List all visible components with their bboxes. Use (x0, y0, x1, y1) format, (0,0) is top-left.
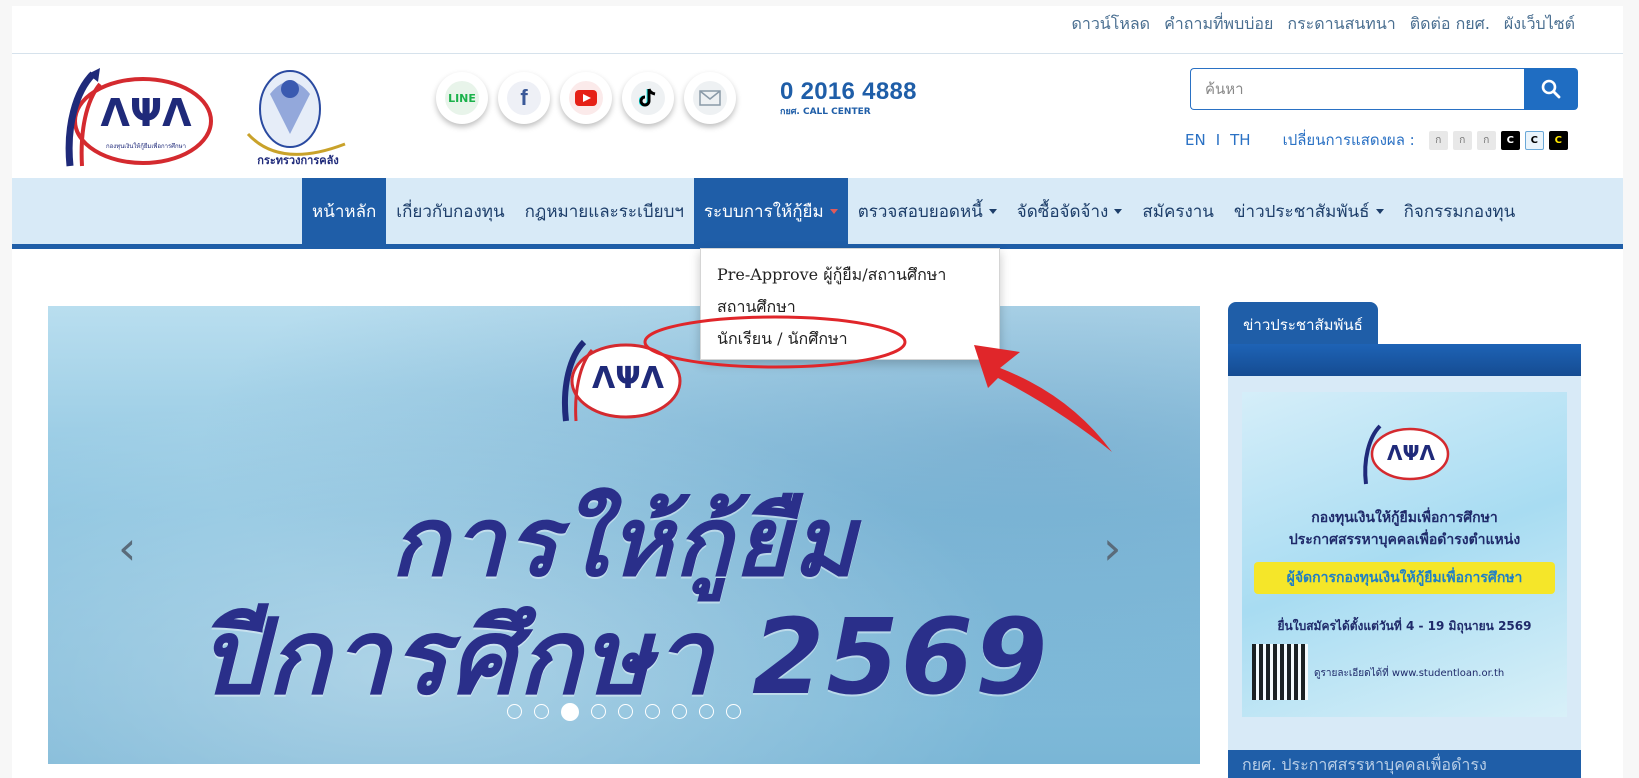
social-links: LINE f (436, 72, 736, 124)
chevron-down-icon (1375, 208, 1384, 214)
call-center[interactable]: 0 2016 4888 กยศ. CALL CENTER (780, 78, 917, 118)
nav-label: หน้าหลัก (312, 201, 377, 222)
svg-text:ΛΨΛ: ΛΨΛ (100, 91, 192, 135)
top-link-download[interactable]: ดาวน์โหลด (1071, 12, 1150, 37)
svg-text:ΛΨΛ: ΛΨΛ (592, 361, 665, 396)
nav-activities[interactable]: กิจกรรมกองทุน (1394, 178, 1526, 244)
nav-label: ระบบการให้กู้ยืม (703, 201, 824, 222)
nav-label: ตรวจสอบยอดหนี้ (857, 201, 983, 222)
mail-button[interactable] (684, 72, 736, 124)
carousel-prev-icon[interactable]: ‹ (118, 521, 136, 575)
svg-text:ΛΨΛ: ΛΨΛ (1387, 441, 1435, 465)
nav-label: ข่าวประชาสัมพันธ์ (1233, 201, 1370, 222)
top-link-forum[interactable]: กระดานสนทนา (1287, 12, 1395, 37)
main-nav: หน้าหลัก เกี่ยวกับกองทุน กฎหมายและระเบีย… (302, 178, 1525, 244)
chevron-down-icon (829, 208, 838, 214)
font-size-large[interactable]: ก (1476, 130, 1496, 150)
dropdown-item-preapprove[interactable]: Pre-Approve ผู้กู้ยืม/สถานศึกษา (701, 259, 999, 291)
line-button[interactable]: LINE (436, 72, 488, 124)
nav-debt-check[interactable]: ตรวจสอบยอดหนี้ (848, 178, 1007, 244)
nav-loan-system[interactable]: ระบบการให้กู้ยืม (693, 178, 848, 244)
call-center-number: 0 2016 4888 (780, 78, 917, 105)
font-size-small[interactable]: ก (1428, 130, 1448, 150)
kyst-logo[interactable]: ΛΨΛ กองทุนเงินให้กู้ยืมเพื่อการศึกษา (48, 66, 218, 176)
lang-th[interactable]: TH (1230, 131, 1250, 149)
nav-label: กิจกรรมกองทุน (1403, 201, 1516, 222)
display-options: ก ก ก C C C (1428, 130, 1568, 150)
tiktok-icon (631, 81, 665, 115)
carousel-dot[interactable] (726, 704, 741, 719)
nav-procurement[interactable]: จัดซื้อจัดจ้าง (1007, 178, 1133, 244)
news-header-bar (1228, 344, 1581, 376)
poster-kyst-logo: ΛΨΛ (1363, 424, 1450, 485)
divider (12, 53, 1623, 54)
call-center-label: กยศ. CALL CENTER (780, 107, 871, 117)
dropdown-item-institution[interactable]: สถานศึกษา (701, 291, 999, 323)
nav-label: กฎหมายและระเบียบฯ (524, 201, 684, 222)
carousel-dot[interactable] (699, 704, 714, 719)
contrast-black-white[interactable]: C (1500, 130, 1520, 150)
youtube-icon (569, 81, 603, 115)
contrast-normal[interactable]: C (1524, 130, 1544, 150)
poster-line1: กองทุนเงินให้กู้ยืมเพื่อการศึกษา (1311, 510, 1498, 526)
carousel-dot[interactable] (507, 704, 522, 719)
contrast-black-yellow[interactable]: C (1548, 130, 1568, 150)
lang-en[interactable]: EN (1185, 131, 1206, 149)
search-button[interactable] (1524, 68, 1578, 110)
font-size-medium[interactable]: ก (1452, 130, 1472, 150)
carousel-next-icon[interactable]: › (1103, 521, 1121, 575)
nav-laws[interactable]: กฎหมายและระเบียบฯ (515, 178, 694, 244)
poster-line2: ประกาศสรรหาบุคคลเพื่อดำรงตำแหน่ง (1288, 532, 1521, 548)
poster-line3: ยื่นใบสมัครได้ตั้งแต่วันที่ 4 - 19 มิถุน… (1277, 619, 1532, 633)
hero-carousel[interactable]: ΛΨΛ การให้กู้ยืม ปีการศึกษา 2569 ‹ › (48, 306, 1200, 764)
youtube-button[interactable] (560, 72, 612, 124)
qr-code (1252, 644, 1308, 700)
page: ดาวน์โหลด คำถามที่พบบ่อย กระดานสนทนา ติด… (12, 6, 1623, 778)
ministry-crest-logo[interactable]: กระทรวงการคลัง (240, 64, 355, 174)
facebook-button[interactable]: f (498, 72, 550, 124)
facebook-icon: f (507, 81, 541, 115)
carousel-dot[interactable] (645, 704, 660, 719)
news-panel: ข่าวประชาสัมพันธ์ ΛΨΛ กองทุนเงินให้กู้ยื… (1228, 302, 1581, 778)
line-icon: LINE (445, 81, 479, 115)
nav-label: จัดซื้อจัดจ้าง (1016, 201, 1109, 222)
language-bar: EN I TH เปลี่ยนการแสดงผล : ก ก ก C C C (1185, 128, 1568, 152)
nav-jobs[interactable]: สมัครงาน (1132, 178, 1224, 244)
carousel-indicators (48, 702, 1200, 721)
top-links: ดาวน์โหลด คำถามที่พบบ่อย กระดานสนทนา ติด… (1071, 12, 1575, 37)
news-poster[interactable]: ΛΨΛ กองทุนเงินให้กู้ยืมเพื่อการศึกษา ประ… (1242, 392, 1567, 717)
chevron-down-icon (988, 208, 997, 214)
nav-home[interactable]: หน้าหลัก (302, 178, 387, 244)
nav-label: สมัครงาน (1142, 201, 1214, 222)
top-link-sitemap[interactable]: ผังเว็บไซต์ (1504, 12, 1575, 37)
lang-separator: I (1215, 131, 1221, 149)
poster-highlight: ผู้จัดการกองทุนเงินให้กู้ยืมเพื่อการศึกษ… (1254, 562, 1555, 594)
carousel-dot[interactable] (618, 704, 633, 719)
tiktok-button[interactable] (622, 72, 674, 124)
carousel-dot[interactable] (672, 704, 687, 719)
banner-kyst-logo: ΛΨΛ (561, 339, 682, 422)
svg-text:กองทุนเงินให้กู้ยืมเพื่อการศึก: กองทุนเงินให้กู้ยืมเพื่อการศึกษา (106, 142, 186, 150)
chevron-down-icon (1114, 208, 1123, 214)
search-bar: ค้นหา (1190, 68, 1578, 110)
poster-link: ดูรายละเอียดได้ที่ www.studentloan.or.th (1314, 668, 1505, 679)
search-icon (1541, 79, 1561, 99)
nav-about[interactable]: เกี่ยวกับกองทุน (386, 178, 514, 244)
dropdown-item-student[interactable]: นักเรียน / นักศึกษา (701, 323, 999, 355)
loan-system-dropdown: Pre-Approve ผู้กู้ยืม/สถานศึกษา สถานศึกษ… (700, 248, 1000, 360)
top-link-faq[interactable]: คำถามที่พบบ่อย (1164, 12, 1273, 37)
nav-news[interactable]: ข่าวประชาสัมพันธ์ (1224, 178, 1394, 244)
news-tab[interactable]: ข่าวประชาสัมพันธ์ (1228, 302, 1378, 348)
mail-icon (693, 81, 727, 115)
nav-label: เกี่ยวกับกองทุน (396, 201, 505, 222)
svg-text:กระทรวงการคลัง: กระทรวงการคลัง (257, 154, 338, 167)
carousel-dot[interactable] (561, 702, 579, 721)
search-input[interactable]: ค้นหา (1190, 68, 1524, 110)
carousel-dot[interactable] (534, 704, 549, 719)
display-label: เปลี่ยนการแสดงผล : (1282, 131, 1415, 149)
news-caption[interactable]: กยศ. ประกาศสรรหาบุคคลเพื่อดำรง (1228, 750, 1581, 778)
carousel-dot[interactable] (591, 704, 606, 719)
top-link-contact[interactable]: ติดต่อ กยศ. (1410, 12, 1490, 37)
